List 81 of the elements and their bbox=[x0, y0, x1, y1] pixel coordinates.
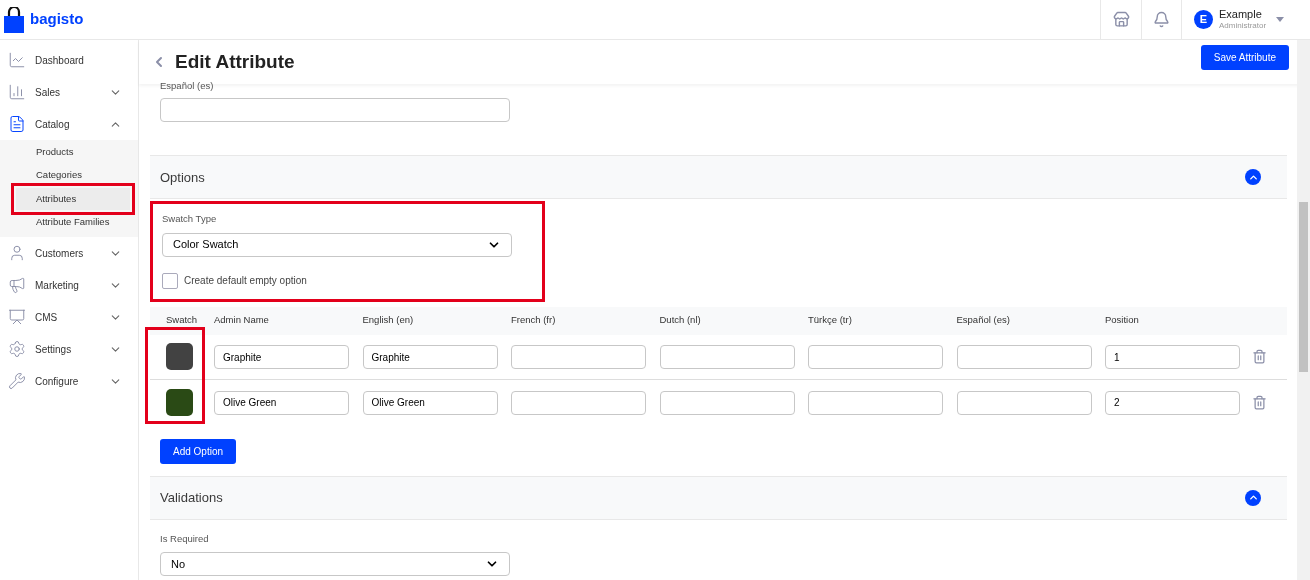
trash-icon[interactable] bbox=[1251, 349, 1267, 364]
document-icon bbox=[8, 115, 26, 133]
section-title: Options bbox=[160, 168, 205, 187]
column-header: Türkçe (tr) bbox=[807, 313, 853, 328]
collapse-button[interactable] bbox=[1245, 169, 1261, 186]
column-header: Dutch (nl) bbox=[658, 313, 702, 328]
user-role: Administrator bbox=[1219, 21, 1267, 32]
user-menu[interactable]: E Example Administrator bbox=[1182, 7, 1292, 32]
text-field[interactable] bbox=[659, 390, 795, 415]
sidebar-item[interactable]: CMS bbox=[0, 301, 138, 333]
caret-icon bbox=[1276, 17, 1285, 22]
text-field[interactable] bbox=[160, 98, 510, 123]
storefront-icon[interactable] bbox=[1112, 11, 1130, 28]
gear-icon bbox=[8, 340, 26, 358]
swatch-type-select[interactable]: Color Swatch bbox=[162, 232, 512, 257]
column-header: French (fr) bbox=[510, 313, 557, 328]
sidebar-label: Marketing bbox=[35, 278, 80, 293]
sidebar-label: Configure bbox=[35, 374, 80, 389]
submenu-item[interactable]: Products bbox=[16, 140, 130, 163]
sidebar-label: Customers bbox=[35, 246, 85, 261]
text-field[interactable]: Graphite bbox=[362, 345, 498, 370]
collapse-button[interactable] bbox=[1245, 489, 1261, 506]
field-label: Español (es) bbox=[160, 79, 215, 93]
sidebar-item[interactable]: Customers bbox=[0, 237, 138, 269]
user-avatar: E bbox=[1194, 10, 1213, 29]
text-field[interactable] bbox=[659, 345, 795, 370]
sidebar-item[interactable]: Settings bbox=[0, 333, 138, 365]
sidebar-item[interactable]: Catalog bbox=[0, 108, 138, 140]
section-title: Validations bbox=[160, 488, 223, 507]
column-header: Swatch bbox=[165, 313, 199, 328]
shopping-bag-logo-icon bbox=[4, 6, 24, 33]
color-swatch[interactable] bbox=[165, 343, 193, 370]
column-header: Español (es) bbox=[955, 313, 1011, 328]
text-field[interactable] bbox=[511, 345, 646, 370]
chart-icon bbox=[8, 51, 26, 69]
add-option-button[interactable]: Add Option bbox=[160, 438, 237, 464]
text-field[interactable]: 2 bbox=[1105, 390, 1240, 415]
screen-icon bbox=[8, 308, 26, 326]
sidebar-label: Settings bbox=[35, 342, 73, 357]
checkbox[interactable] bbox=[162, 272, 178, 289]
brand-name: bagisto bbox=[30, 9, 84, 30]
required-select[interactable]: No bbox=[160, 551, 510, 576]
text-field[interactable]: Olive Green bbox=[214, 390, 349, 415]
field-label: Swatch Type bbox=[162, 212, 218, 227]
section-header[interactable]: Validations bbox=[150, 475, 1287, 520]
user-name: Example bbox=[1219, 7, 1263, 22]
text-field[interactable] bbox=[511, 390, 646, 415]
text-field[interactable]: 1 bbox=[1105, 345, 1240, 370]
submenu-item[interactable]: Categories bbox=[16, 164, 130, 187]
sidebar-item[interactable]: Marketing bbox=[0, 269, 138, 301]
sidebar-item[interactable]: Dashboard bbox=[0, 44, 138, 76]
text-field[interactable] bbox=[808, 390, 943, 415]
checkbox-label: Create default empty option bbox=[184, 274, 307, 288]
color-swatch[interactable] bbox=[165, 388, 193, 416]
sidebar-label: Sales bbox=[35, 85, 61, 100]
sidebar-label: CMS bbox=[35, 310, 59, 325]
text-field[interactable] bbox=[956, 345, 1092, 370]
megaphone-icon bbox=[8, 276, 26, 294]
chevron-up-icon bbox=[1247, 492, 1259, 503]
field-label: Is Required bbox=[160, 531, 210, 546]
section-header[interactable]: Options bbox=[150, 155, 1287, 200]
sidebar-item[interactable]: Sales bbox=[0, 76, 138, 108]
sidebar-item[interactable]: Configure bbox=[0, 365, 138, 397]
page-title: Edit Attribute bbox=[175, 49, 295, 74]
bar-chart-icon bbox=[8, 83, 26, 101]
column-header: Position bbox=[1104, 313, 1140, 328]
text-field[interactable]: Olive Green bbox=[362, 390, 498, 415]
user-icon bbox=[8, 244, 26, 262]
column-header: English (en) bbox=[361, 313, 415, 328]
submenu-item[interactable]: Attribute Families bbox=[16, 211, 130, 234]
wrench-icon bbox=[8, 372, 26, 390]
scrollbar[interactable] bbox=[1297, 40, 1310, 580]
save-button[interactable]: Save Attribute bbox=[1200, 44, 1289, 70]
column-header: Admin Name bbox=[213, 313, 270, 328]
trash-icon[interactable] bbox=[1251, 394, 1267, 410]
sidebar-label: Catalog bbox=[35, 117, 71, 132]
text-field[interactable] bbox=[956, 390, 1092, 415]
text-field[interactable] bbox=[808, 345, 943, 370]
text-field[interactable]: Graphite bbox=[214, 345, 349, 370]
sidebar-label: Dashboard bbox=[35, 53, 85, 68]
notification-bell-icon[interactable] bbox=[1153, 11, 1170, 28]
